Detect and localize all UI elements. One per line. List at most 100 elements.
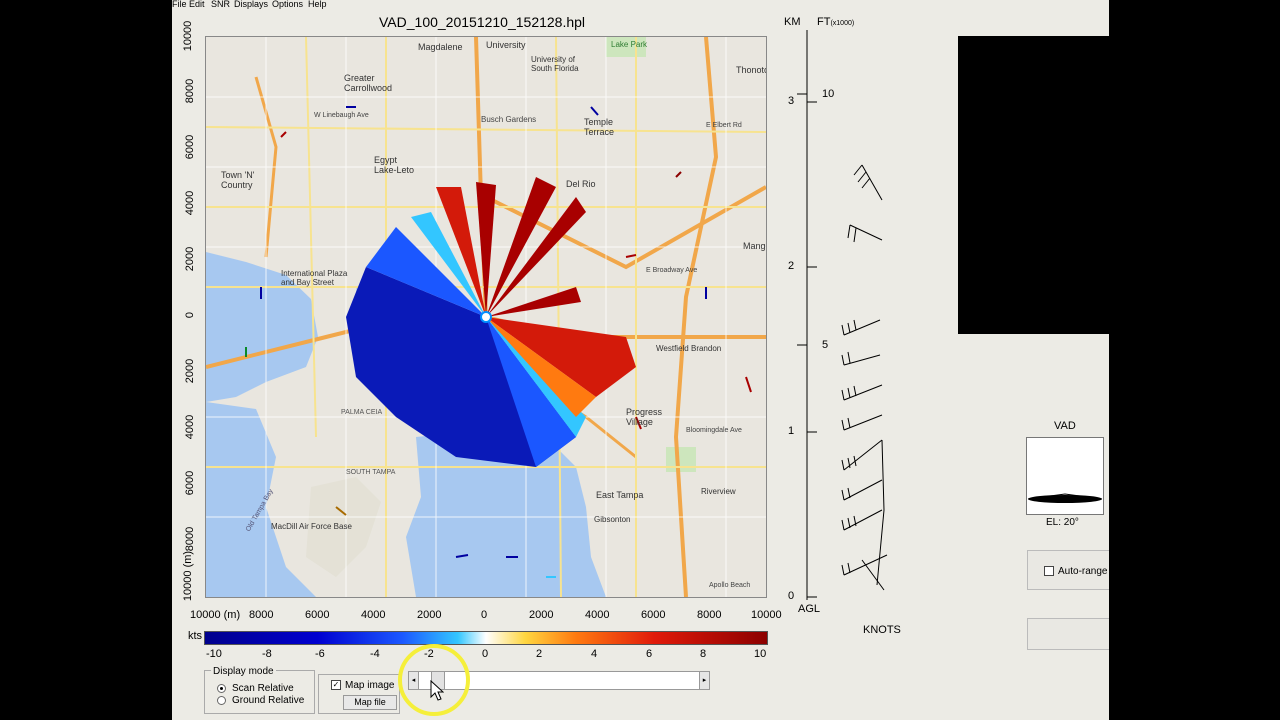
auto-range-group: Auto-range bbox=[1027, 550, 1109, 590]
map-label: W Linebaugh Ave bbox=[314, 112, 369, 119]
colorbar-tick: -10 bbox=[206, 648, 222, 660]
ground-relative-option[interactable]: Ground Relative bbox=[217, 695, 304, 706]
ft-label: FT(x1000) bbox=[817, 16, 854, 28]
agl-label: AGL bbox=[798, 603, 821, 615]
map-file-button[interactable]: Map file bbox=[343, 695, 397, 710]
km-tick: 1 bbox=[788, 425, 795, 437]
menu-file[interactable]: File bbox=[172, 0, 187, 9]
map-label: International Plaza and Bay Street bbox=[281, 269, 348, 287]
x-tick: 0 bbox=[481, 609, 488, 621]
ground-relative-label: Ground Relative bbox=[232, 695, 305, 706]
map-label: PALMA CEIA bbox=[341, 409, 383, 416]
x-tick: 10000 bbox=[751, 609, 782, 621]
auto-range-checkbox[interactable]: Auto-range bbox=[1044, 566, 1107, 577]
map-label: MacDill Air Force Base bbox=[271, 522, 352, 531]
x-tick: 10000 (m) bbox=[190, 609, 241, 621]
checkbox-icon[interactable] bbox=[1044, 566, 1054, 577]
menu-edit[interactable]: Edit bbox=[189, 0, 205, 9]
km-tick: 3 bbox=[788, 95, 795, 107]
map-label: Riverview bbox=[701, 487, 736, 496]
x-tick: 8000 bbox=[697, 609, 722, 621]
y-tick: 4000 bbox=[184, 190, 196, 216]
colorbar-tick: 2 bbox=[536, 648, 543, 660]
y-tick: 4000 bbox=[184, 414, 196, 440]
scan-relative-label: Scan Relative bbox=[232, 683, 294, 694]
checkbox-icon[interactable]: ✓ bbox=[331, 680, 341, 691]
map-label: University bbox=[486, 40, 526, 50]
radio-icon[interactable] bbox=[217, 683, 226, 693]
km-tick: 2 bbox=[788, 260, 795, 272]
map-label: Westfield Brandon bbox=[656, 344, 722, 353]
y-tick: 10000 bbox=[182, 20, 194, 52]
map-label: Mango bbox=[743, 241, 766, 251]
y-tick: 0 bbox=[184, 311, 196, 319]
display-mode-group: Display mode Scan Relative Ground Relati… bbox=[204, 666, 315, 714]
radio-icon[interactable] bbox=[217, 695, 226, 705]
y-tick: 8000 bbox=[184, 78, 196, 104]
velocity-colorbar bbox=[204, 631, 768, 645]
plot-title: VAD_100_20151210_152128.hpl bbox=[379, 14, 586, 30]
colorbar-tick: 0 bbox=[482, 648, 489, 660]
map-label: Busch Gardens bbox=[481, 115, 537, 124]
map-label: Temple Terrace bbox=[584, 117, 615, 137]
app-window: File Edit SNR Displays Options Help VAD_… bbox=[172, 0, 1109, 720]
x-tick: 8000 bbox=[249, 609, 274, 621]
map-label: University of South Florida bbox=[531, 55, 579, 73]
elevation-label: EL: 20° bbox=[1046, 517, 1079, 528]
x-tick: 4000 bbox=[361, 609, 386, 621]
x-tick: 6000 bbox=[641, 609, 666, 621]
profile-axes bbox=[797, 30, 888, 600]
menu-displays[interactable]: Displays bbox=[234, 0, 268, 9]
colorbar-tick: -8 bbox=[262, 648, 272, 660]
x-tick: 2000 bbox=[417, 609, 442, 621]
map-image-checkbox[interactable]: ✓ Map image bbox=[331, 680, 394, 691]
map-label: Thonoto bbox=[736, 65, 767, 75]
y-tick: 10000 (m) bbox=[182, 550, 194, 602]
menu-help[interactable]: Help bbox=[308, 0, 327, 9]
colorbar-tick: -4 bbox=[370, 648, 380, 660]
map-label: Greater Carrollwood bbox=[344, 73, 393, 93]
display-mode-legend: Display mode bbox=[211, 666, 276, 677]
km-tick: 0 bbox=[788, 590, 795, 602]
side-button[interactable] bbox=[1027, 618, 1109, 650]
x-tick: 6000 bbox=[305, 609, 330, 621]
colorbar-tick: -6 bbox=[315, 648, 325, 660]
map-label: Gibsonton bbox=[594, 515, 631, 524]
colorbar-tick: 4 bbox=[591, 648, 598, 660]
x-tick: 4000 bbox=[585, 609, 610, 621]
y-tick: 6000 bbox=[184, 134, 196, 160]
radar-map[interactable]: Magdalene University University of South… bbox=[205, 36, 767, 598]
map-image-label: Map image bbox=[345, 680, 395, 691]
map-image-group: ✓ Map image Map file bbox=[318, 674, 400, 714]
map-label: E Broadway Ave bbox=[646, 267, 698, 274]
menu-bar: File Edit SNR Displays Options Help bbox=[172, 0, 1109, 10]
menu-snr[interactable]: SNR bbox=[211, 0, 230, 9]
menu-options[interactable]: Options bbox=[272, 0, 303, 9]
map-label: Magdalene bbox=[418, 42, 463, 52]
map-label: Bloomingdale Ave bbox=[686, 427, 742, 434]
km-label: KM bbox=[784, 16, 801, 28]
slider-right-arrow-icon[interactable]: ▸ bbox=[699, 672, 709, 689]
map-label: Del Rio bbox=[566, 179, 596, 189]
colorbar-unit: kts bbox=[188, 630, 203, 642]
ft-tick: 5 bbox=[822, 339, 829, 351]
map-label: E Elbert Rd bbox=[706, 122, 742, 129]
map-label: Apollo Beach bbox=[709, 582, 751, 589]
map-label: Egypt Lake-Leto bbox=[374, 155, 415, 175]
colorbar-tick: 10 bbox=[754, 648, 767, 660]
mouse-cursor-icon bbox=[430, 680, 444, 701]
y-tick: 2000 bbox=[184, 246, 196, 272]
vad-scan-preview bbox=[1026, 437, 1104, 515]
scan-relative-option[interactable]: Scan Relative bbox=[217, 683, 294, 694]
vad-title: VAD bbox=[1054, 420, 1076, 432]
ft-tick: 10 bbox=[822, 88, 835, 100]
map-label: East Tampa bbox=[596, 490, 644, 500]
ft-unit: (x1000) bbox=[830, 20, 855, 27]
y-tick: 6000 bbox=[184, 470, 196, 496]
map-label: Town 'N' Country bbox=[221, 170, 255, 190]
ft-label-text: FT bbox=[817, 16, 831, 28]
vad-cone-icon bbox=[1027, 493, 1103, 503]
colorbar-tick: 6 bbox=[646, 648, 653, 660]
map-label: SOUTH TAMPA bbox=[346, 469, 396, 476]
map-label: Progress Village bbox=[626, 407, 663, 427]
